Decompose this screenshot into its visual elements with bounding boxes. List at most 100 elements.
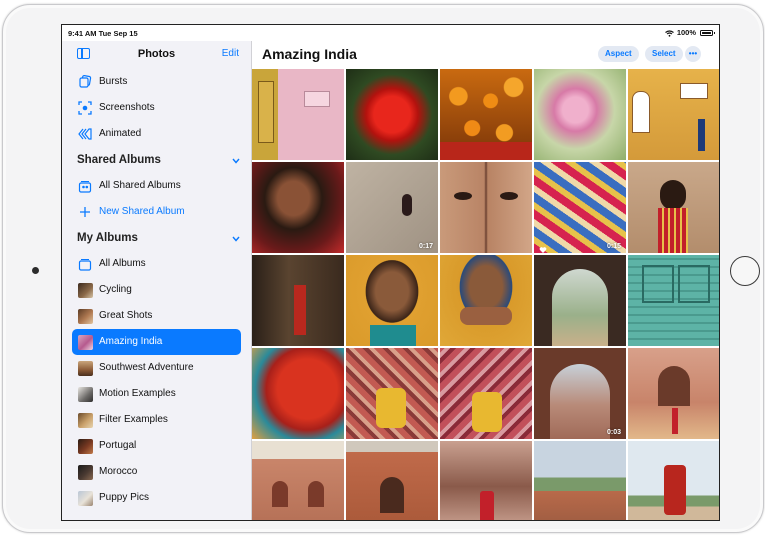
video-duration: 0:17	[418, 243, 433, 250]
album-view: Amazing India Aspect Select ••• 0:17 0:1…	[252, 41, 719, 520]
sidebar-item-puppy-pics[interactable]: Puppy Pics	[62, 485, 251, 511]
status-time: 9:41 AM	[68, 29, 97, 38]
photo-tile[interactable]	[346, 441, 438, 520]
photo-tile[interactable]	[252, 162, 344, 253]
photo-tile[interactable]	[440, 162, 532, 253]
sidebar-item-portugal[interactable]: Portugal	[62, 433, 251, 459]
photo-tile[interactable]	[346, 348, 438, 439]
sidebar-item-great-shots[interactable]: Great Shots	[62, 303, 251, 329]
photo-tile[interactable]	[440, 255, 532, 346]
wifi-icon	[664, 29, 674, 37]
sidebar-item-label: Bursts	[99, 76, 128, 87]
section-title: My Albums	[77, 232, 138, 244]
sidebar-item-label: Puppy Pics	[99, 492, 150, 503]
shared-albums-icon	[78, 179, 92, 193]
shared-albums-section[interactable]: Shared Albums	[62, 147, 251, 173]
sidebar-item-motion-examples[interactable]: Motion Examples	[62, 381, 251, 407]
album-thumbnail	[78, 335, 93, 350]
screenshots-icon	[78, 101, 92, 115]
screen: 9:41 AM Tue Sep 15 100% Photos Edit Burs…	[61, 24, 720, 521]
album-thumbnail	[78, 439, 93, 454]
photo-tile[interactable]	[252, 255, 344, 346]
sidebar-item-bursts[interactable]: Bursts	[62, 69, 251, 95]
aspect-button[interactable]: Aspect	[598, 46, 639, 62]
sidebar-item-label: All Albums	[99, 258, 146, 269]
sidebar-item-label: Screenshots	[99, 102, 155, 113]
sidebar-item-label: Great Shots	[99, 310, 153, 321]
sidebar-item-southwest-adventure[interactable]: Southwest Adventure	[62, 355, 251, 381]
front-camera	[32, 267, 39, 274]
album-thumbnail	[78, 465, 93, 480]
photo-tile[interactable]	[628, 441, 719, 520]
heart-icon	[539, 241, 547, 253]
sidebar-item-label: Amazing India	[99, 336, 163, 347]
sidebar-item-new-shared-album[interactable]: New Shared Album	[62, 199, 251, 225]
photo-tile[interactable]	[534, 255, 626, 346]
battery-icon	[700, 29, 715, 36]
photo-tile[interactable]	[628, 348, 719, 439]
plus-icon	[78, 205, 92, 219]
sidebar-item-all-shared-albums[interactable]: All Shared Albums	[62, 173, 251, 199]
photo-tile[interactable]	[440, 69, 532, 160]
sidebar-item-label: Morocco	[99, 466, 138, 477]
album-thumbnail	[78, 413, 93, 428]
album-header: Amazing India Aspect Select •••	[252, 41, 719, 68]
more-options-button[interactable]: •••	[685, 46, 701, 62]
edit-button[interactable]: Edit	[222, 48, 239, 59]
album-title: Amazing India	[262, 46, 357, 62]
sidebar: Photos Edit Bursts Screenshots Animated …	[62, 41, 252, 520]
album-thumbnail	[78, 361, 93, 376]
sidebar-item-filter-examples[interactable]: Filter Examples	[62, 407, 251, 433]
my-albums-section[interactable]: My Albums	[62, 225, 251, 251]
battery-percent: 100%	[676, 28, 696, 37]
status-date: Tue Sep 15	[98, 29, 138, 38]
photo-tile[interactable]	[534, 441, 626, 520]
album-thumbnail	[78, 387, 93, 402]
album-thumbnail	[78, 491, 93, 506]
photo-tile[interactable]	[628, 162, 719, 253]
bursts-icon	[78, 75, 92, 89]
select-button[interactable]: Select	[645, 46, 683, 62]
sidebar-item-all-albums[interactable]: All Albums	[62, 251, 251, 277]
photo-grid: 0:17 0:15 0:03	[252, 69, 719, 520]
photo-tile[interactable]: 0:17	[346, 162, 438, 253]
chevron-down-icon[interactable]	[232, 155, 240, 164]
sidebar-header: Photos Edit	[62, 41, 251, 69]
sidebar-item-label: Filter Examples	[99, 414, 168, 425]
photo-tile[interactable]: 0:03	[534, 348, 626, 439]
photo-tile[interactable]	[252, 69, 344, 160]
chevron-down-icon[interactable]	[232, 233, 240, 242]
album-thumbnail	[78, 283, 93, 298]
album-thumbnail	[78, 309, 93, 324]
sidebar-item-morocco[interactable]: Morocco	[62, 459, 251, 485]
albums-icon	[78, 257, 92, 271]
sidebar-item-label: Cycling	[99, 284, 132, 295]
sidebar-item-animated[interactable]: Animated	[62, 121, 251, 147]
photo-tile[interactable]	[252, 441, 344, 520]
sidebar-item-label: Southwest Adventure	[99, 362, 194, 373]
photo-tile[interactable]	[252, 348, 344, 439]
sidebar-item-label: Motion Examples	[99, 388, 176, 399]
sidebar-item-amazing-india[interactable]: Amazing India	[72, 329, 241, 355]
home-button[interactable]	[730, 256, 760, 286]
sidebar-item-label: Portugal	[99, 440, 137, 451]
photo-tile[interactable]	[440, 441, 532, 520]
photo-tile[interactable]	[534, 69, 626, 160]
video-duration: 0:15	[606, 243, 621, 250]
photo-tile[interactable]	[440, 348, 532, 439]
animated-icon	[78, 127, 92, 141]
sidebar-list: Bursts Screenshots Animated Shared Album…	[62, 69, 251, 511]
sidebar-item-label: New Shared Album	[99, 206, 185, 217]
photo-tile[interactable]: 0:15	[534, 162, 626, 253]
photo-tile[interactable]	[346, 255, 438, 346]
sidebar-item-cycling[interactable]: Cycling	[62, 277, 251, 303]
sidebar-item-label: Animated	[99, 128, 142, 139]
sidebar-item-label: All Shared Albums	[99, 180, 181, 191]
video-duration: 0:03	[606, 429, 621, 436]
photo-tile[interactable]	[628, 69, 719, 160]
sidebar-item-screenshots[interactable]: Screenshots	[62, 95, 251, 121]
status-bar: 9:41 AM Tue Sep 15 100%	[62, 25, 719, 41]
photo-tile[interactable]	[346, 69, 438, 160]
section-title: Shared Albums	[77, 154, 161, 166]
photo-tile[interactable]	[628, 255, 719, 346]
